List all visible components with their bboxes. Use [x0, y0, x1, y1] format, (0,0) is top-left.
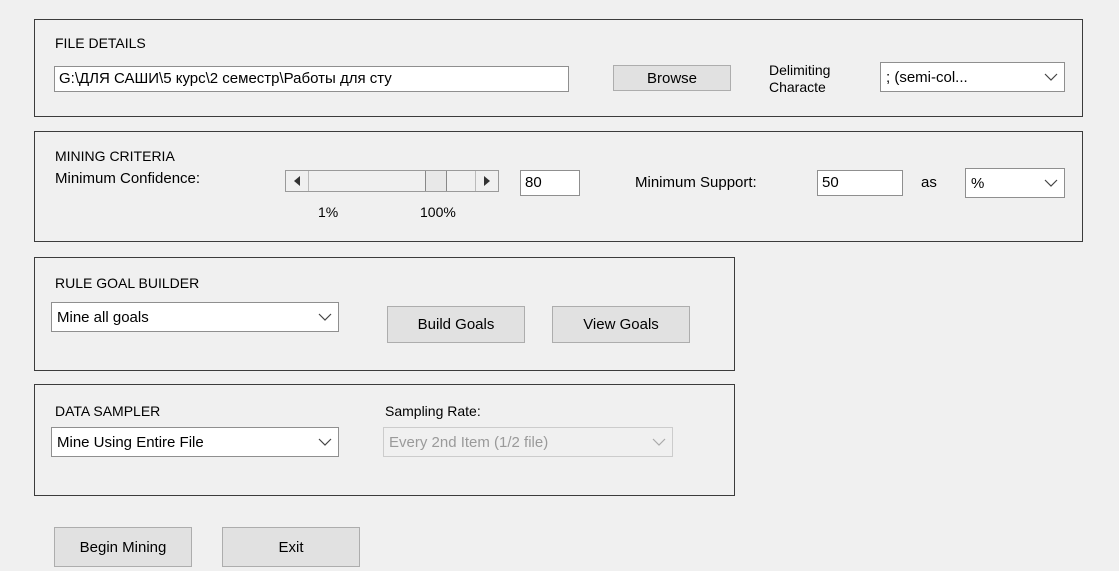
triangle-right-icon[interactable]: [475, 171, 498, 191]
support-value-field[interactable]: 50: [817, 170, 903, 196]
delimiting-label-line1: Delimiting: [769, 62, 831, 78]
sampler-selected-value: Mine Using Entire File: [57, 433, 204, 451]
delimiter-select[interactable]: ; (semi-col...: [880, 62, 1065, 92]
chevron-down-icon[interactable]: [1038, 63, 1064, 91]
file-details-title: FILE DETAILS: [55, 35, 146, 51]
min-confidence-label: Minimum Confidence:: [55, 170, 201, 187]
mining-criteria-title: MINING CRITERIA: [55, 148, 175, 164]
support-unit-selected-value: %: [971, 174, 985, 192]
delimiting-label-line2: Characte: [769, 79, 826, 95]
chevron-down-icon[interactable]: [312, 303, 338, 331]
goal-select[interactable]: Mine all goals: [51, 302, 339, 332]
file-details-panel: FILE DETAILS G:\ДЛЯ САШИ\5 курс\2 семест…: [34, 19, 1083, 117]
confidence-slider[interactable]: [285, 170, 499, 192]
browse-button[interactable]: Browse: [613, 65, 731, 91]
confidence-value-field[interactable]: 80: [520, 170, 580, 196]
delimiter-selected-value: ; (semi-col...: [886, 68, 968, 86]
as-label: as: [921, 174, 937, 191]
rule-goal-builder-title: RULE GOAL BUILDER: [55, 275, 200, 291]
sampling-rate-select[interactable]: Every 2nd Item (1/2 file): [383, 427, 673, 457]
data-sampler-panel: DATA SAMPLER Sampling Rate: Mine Using E…: [34, 384, 735, 496]
rule-goal-builder-panel: RULE GOAL BUILDER Mine all goals Build G…: [34, 257, 735, 371]
support-unit-select[interactable]: %: [965, 168, 1065, 198]
sampler-select[interactable]: Mine Using Entire File: [51, 427, 339, 457]
min-support-label: Minimum Support:: [635, 174, 757, 191]
build-goals-button[interactable]: Build Goals: [387, 306, 525, 343]
file-path-field[interactable]: G:\ДЛЯ САШИ\5 курс\2 семестр\Работы для …: [54, 66, 569, 92]
mining-criteria-panel: MINING CRITERIA Minimum Confidence: 1% 1…: [34, 131, 1083, 242]
begin-mining-button[interactable]: Begin Mining: [54, 527, 192, 567]
goal-selected-value: Mine all goals: [57, 308, 149, 326]
slider-min-label: 1%: [318, 204, 339, 220]
data-sampler-title: DATA SAMPLER: [55, 403, 161, 419]
chevron-down-icon[interactable]: [646, 428, 672, 456]
delimiting-label: Delimiting Characte: [769, 62, 830, 96]
triangle-left-icon[interactable]: [286, 171, 309, 191]
slider-max-label: 100%: [420, 204, 456, 220]
view-goals-button[interactable]: View Goals: [552, 306, 690, 343]
exit-button[interactable]: Exit: [222, 527, 360, 567]
chevron-down-icon[interactable]: [1038, 169, 1064, 197]
chevron-down-icon[interactable]: [312, 428, 338, 456]
sampling-rate-label: Sampling Rate:: [385, 403, 481, 419]
confidence-slider-thumb[interactable]: [424, 171, 447, 191]
sampling-rate-selected-value: Every 2nd Item (1/2 file): [389, 433, 549, 451]
